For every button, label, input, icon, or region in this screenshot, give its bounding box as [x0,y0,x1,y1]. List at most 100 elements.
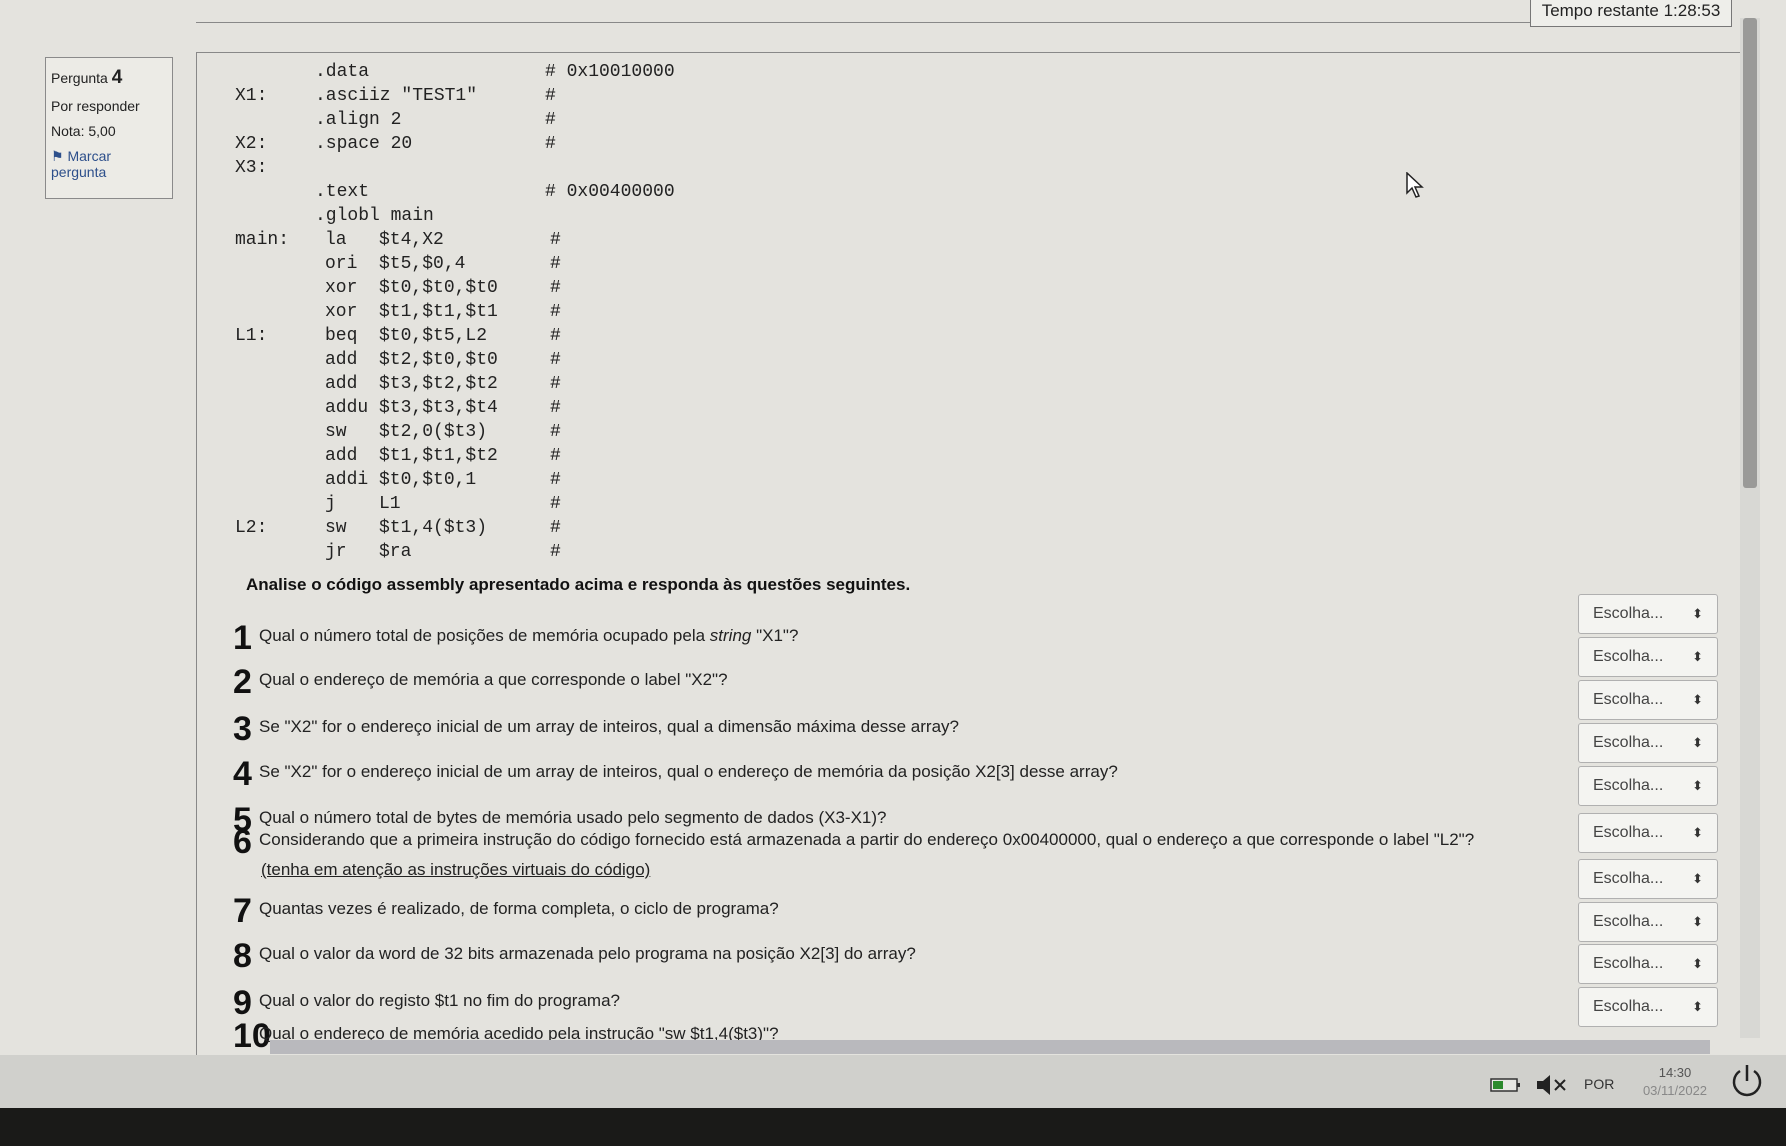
select-value: Escolha... [1593,913,1664,930]
code-label: main: [235,230,290,250]
answer-select-6[interactable]: Escolha... ⬍ [1578,813,1718,853]
code-instr: add $t2,$t0,$t0 [325,350,498,370]
flag-question-link[interactable]: ⚑ Marcar pergunta [51,148,167,180]
question-prompt: Analise o código assembly apresentado ac… [246,575,911,594]
code-instr: sw $t2,0($t3) [325,422,488,442]
code-comment: # [545,86,556,106]
question-text: Qual o valor da word de 32 bits armazena… [259,944,916,963]
code-comment: # [550,398,561,418]
code-comment: # 0x00400000 [545,182,675,202]
question-item: 1 Qual o número total de posições de memó… [233,619,798,658]
divider [196,22,1530,23]
question-number: 10 [233,1017,271,1055]
select-value: Escolha... [1593,734,1664,751]
code-instr: jr $ra [325,542,412,562]
question-item: 4 Se "X2" for o endereço inicial de um ar… [233,755,1118,794]
select-arrows-icon: ⬍ [1692,606,1703,621]
code-comment: # [550,350,561,370]
volume-muted-icon[interactable] [1535,1074,1569,1096]
clock[interactable]: 14:30 03/11/2022 [1640,1064,1710,1100]
code-instr: .asciiz "TEST1" [315,86,478,106]
code-instr: la $t4,X2 [325,230,444,250]
code-comment: # [550,422,561,442]
code-instr: .align 2 [315,110,402,130]
answer-select-8[interactable]: Escolha... ⬍ [1578,902,1718,942]
code-comment: # [550,470,561,490]
question-number: 6 [233,823,252,861]
code-comment: # [550,518,561,538]
code-instr: .data [315,62,370,82]
question-item: 2 Qual o endereço de memória a que corres… [233,663,728,702]
answer-select-5[interactable]: Escolha... ⬍ [1578,766,1718,806]
select-value: Escolha... [1593,605,1664,622]
select-value: Escolha... [1593,824,1664,841]
code-instr: .space 20 [315,134,413,154]
code-comment: # [550,374,561,394]
select-value: Escolha... [1593,955,1664,972]
code-comment: # [550,254,561,274]
question-number: 3 [233,710,252,748]
select-arrows-icon: ⬍ [1692,649,1703,664]
scrollbar-thumb[interactable] [1743,18,1757,488]
question-item: 7 Quantas vezes é realizado, de forma com… [233,892,779,931]
code-comment: # [545,110,556,130]
code-comment: # 0x10010000 [545,62,675,82]
flag-icon: ⚑ [51,148,64,164]
question-info-panel: Pergunta 4 Por responder Nota: 5,00 ⚑ Ma… [45,57,173,199]
code-label: X2: [235,134,268,154]
code-label: L1: [235,326,268,346]
code-comment: # [550,326,561,346]
question-text: Qual o valor do registo $t1 no fim do pr… [259,991,620,1010]
question-number: 2 [233,663,252,701]
code-instr: xor $t1,$t1,$t1 [325,302,498,322]
select-value: Escolha... [1593,691,1664,708]
select-arrows-icon: ⬍ [1692,825,1703,840]
select-value: Escolha... [1593,998,1664,1015]
clock-date: 03/11/2022 [1642,1083,1708,1098]
code-comment: # [550,494,561,514]
power-icon[interactable] [1728,1062,1766,1100]
battery-icon[interactable] [1490,1077,1522,1093]
question-text: Se "X2" for o endereço inicial de um arr… [259,717,959,736]
question-status: Por responder [51,98,140,114]
select-value: Escolha... [1593,777,1664,794]
code-instr: .globl main [315,206,434,226]
select-value: Escolha... [1593,870,1664,887]
code-instr: ori $t5,$0,4 [325,254,466,274]
question-note: (tenha em atenção as instruções virtuais… [261,860,651,879]
answer-select-3[interactable]: Escolha... ⬍ [1578,680,1718,720]
code-instr: xor $t0,$t0,$t0 [325,278,498,298]
select-arrows-icon: ⬍ [1692,956,1703,971]
question-number: 8 [233,937,252,975]
question-text: Considerando que a primeira instrução do… [259,830,1475,849]
question-label: Pergunta [51,70,108,86]
answer-select-7[interactable]: Escolha... ⬍ [1578,859,1718,899]
mouse-cursor-icon [1406,172,1424,198]
answer-select-10[interactable]: Escolha... ⬍ [1578,987,1718,1027]
code-comment: # [550,302,561,322]
code-instr: sw $t1,4($t3) [325,518,488,538]
question-text: Qual o endereço de memória a que corresp… [259,670,728,689]
clock-time: 14:30 [1658,1065,1692,1080]
flag-label: Marcar [67,148,112,164]
code-instr: j L1 [325,494,401,514]
code-instr: add $t3,$t2,$t2 [325,374,498,394]
question-item: 8 Qual o valor da word de 32 bits armazen… [233,937,916,976]
answer-select-2[interactable]: Escolha... ⬍ [1578,637,1718,677]
question-number: 4 [111,67,123,88]
question-number: 4 [233,755,252,793]
horizontal-scrollbar[interactable] [270,1040,1710,1054]
question-text-post: "X1"? [751,626,799,645]
select-arrows-icon: ⬍ [1692,692,1703,707]
answer-select-9[interactable]: Escolha... ⬍ [1578,944,1718,984]
question-text-em: string [709,626,752,645]
code-instr: addi $t0,$t0,1 [325,470,477,490]
language-indicator[interactable]: POR [1584,1076,1614,1092]
code-label: X1: [235,86,268,106]
code-comment: # [545,134,556,154]
answer-select-1[interactable]: Escolha... ⬍ [1578,594,1718,634]
code-comment: # [550,278,561,298]
answer-select-4[interactable]: Escolha... ⬍ [1578,723,1718,763]
question-item: 3 Se "X2" for o endereço inicial de um ar… [233,710,959,749]
flag-label-2: pergunta [51,164,107,180]
